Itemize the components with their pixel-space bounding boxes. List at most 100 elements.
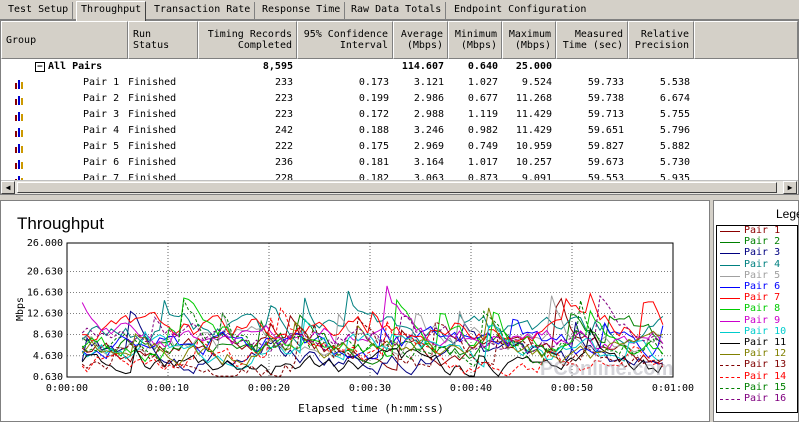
pair-chart-icon [15, 144, 23, 153]
records-value: 223 [274, 109, 293, 120]
col-label: Group [6, 34, 37, 46]
avg-value: 2.986 [413, 93, 444, 104]
min-value: 0.677 [467, 93, 498, 104]
min-value: 1.027 [467, 77, 498, 88]
col-average[interactable]: Average (Mbps) [393, 21, 448, 59]
scroll-left-icon[interactable]: ◀ [1, 181, 15, 194]
legend-swatch [720, 298, 740, 300]
legend-swatch [720, 253, 740, 255]
tab-endpoint-configuration[interactable]: Endpoint Configuration [450, 2, 590, 20]
horizontal-scrollbar[interactable]: ◀ ▶ [1, 180, 798, 194]
prec-value: 6.674 [659, 93, 690, 104]
x-tick-label: 0:00:10 [147, 383, 189, 394]
table-row[interactable]: Pair 4 Finished 242 0.188 3.246 0.982 11.429 59… [1, 123, 798, 139]
time-value: 59.673 [587, 157, 624, 168]
chart-title: Throughput [17, 214, 104, 233]
col-timing-records[interactable]: Timing Records Completed [198, 21, 297, 59]
avg-value: 3.121 [413, 77, 444, 88]
time-value: 59.827 [587, 141, 624, 152]
col-minimum[interactable]: Minimum (Mbps) [448, 21, 502, 59]
legend-panel: Legend Pair 1Pair 2Pair 3Pair 4Pair 5Pai… [713, 200, 799, 422]
prec-value: 5.538 [659, 77, 690, 88]
table-row[interactable]: Pair 3 Finished 223 0.172 2.988 1.119 11.429 59… [1, 107, 798, 123]
legend-item-label[interactable]: Pair 14 [744, 371, 786, 382]
col-maximum[interactable]: Maximum (Mbps) [502, 21, 556, 59]
col-run-status[interactable]: Run Status [128, 21, 198, 59]
legend-swatch [720, 231, 740, 232]
table-row[interactable]: Pair 2 Finished 223 0.199 2.986 0.677 11.268 59… [1, 91, 798, 107]
group-label: All Pairs [48, 61, 103, 72]
legend-item-label[interactable]: Pair 10 [744, 326, 786, 337]
tab-response-time[interactable]: Response Time [258, 2, 346, 20]
legend-item-label[interactable]: Pair 6 [744, 282, 780, 292]
legend-swatch [720, 343, 740, 344]
table-row[interactable]: Pair 6 Finished 236 0.181 3.164 1.017 10.257 59… [1, 155, 798, 171]
legend-item-label[interactable]: Pair 7 [744, 293, 780, 303]
legend-swatch [720, 365, 740, 367]
legend-swatch [720, 354, 740, 356]
status-value: Finished [128, 125, 177, 136]
prec-value: 5.796 [659, 125, 690, 136]
tab-raw-data-totals[interactable]: Raw Data Totals [347, 2, 447, 20]
scroll-right-icon[interactable]: ▶ [783, 181, 797, 194]
col-label: Maximum (Mbps) [508, 29, 551, 51]
y-tick-label: 20.630 [27, 266, 63, 277]
y-axis-label: Mbps [15, 297, 26, 321]
y-tick-label: 4.630 [33, 351, 63, 362]
pair-chart-icon [15, 112, 23, 121]
y-tick-label: 0.630 [33, 372, 63, 383]
pair-label: Pair 1 [83, 77, 120, 88]
records-value: 8,595 [262, 61, 293, 72]
col-confidence-interval[interactable]: 95% Confidence Interval [297, 21, 393, 59]
legend-item-label[interactable]: Pair 4 [744, 259, 780, 270]
table-row[interactable]: Pair 5 Finished 222 0.175 2.969 0.749 10.959 59… [1, 139, 798, 155]
legend-item-label[interactable]: Pair 2 [744, 237, 780, 247]
max-value: 11.268 [515, 93, 552, 104]
legend-item-label[interactable]: Pair 8 [744, 304, 780, 314]
legend-swatch [720, 387, 740, 389]
table-row[interactable]: Pair 1 Finished 233 0.173 3.121 1.027 9.524 59.… [1, 75, 798, 91]
collapse-toggle[interactable]: − [35, 62, 45, 72]
col-relative-precision[interactable]: Relative Precision [628, 21, 694, 59]
time-value: 59.651 [587, 125, 624, 136]
col-label: Relative Precision [634, 29, 689, 51]
records-value: 236 [274, 157, 293, 168]
legend-item-label[interactable]: Pair 9 [744, 315, 780, 326]
col-measured-time[interactable]: Measured Time (sec) [556, 21, 628, 59]
pair-label: Pair 6 [83, 157, 120, 168]
y-tick-label: 12.630 [27, 309, 63, 320]
min-value: 1.017 [467, 157, 498, 168]
x-tick-label: 0:00:40 [450, 383, 492, 394]
pair-chart-icon [15, 80, 23, 89]
pair-label: Pair 3 [83, 109, 120, 120]
legend-item-label[interactable]: Pair 16 [744, 394, 786, 404]
status-value: Finished [128, 77, 177, 88]
y-tick-label: 16.630 [27, 287, 63, 298]
legend-item-label[interactable]: Pair 11 [744, 338, 786, 348]
prec-value: 5.755 [659, 109, 690, 120]
col-label: 95% Confidence Interval [303, 29, 388, 51]
legend-item-label[interactable]: Pair 12 [744, 349, 786, 359]
max-value: 10.959 [515, 141, 552, 152]
status-value: Finished [128, 157, 177, 168]
legend-swatch [720, 309, 740, 311]
tab-test-setup[interactable]: Test Setup [4, 2, 74, 20]
scroll-thumb[interactable] [17, 182, 777, 193]
legend-item-label[interactable]: Pair 15 [744, 382, 786, 393]
ci-value: 0.181 [358, 157, 389, 168]
records-value: 242 [274, 125, 293, 136]
legend-item-label[interactable]: Pair 3 [744, 248, 780, 258]
legend-swatch [720, 275, 740, 277]
legend-item-label[interactable]: Pair 5 [744, 270, 780, 281]
average-value: 114.607 [401, 61, 444, 72]
col-group[interactable]: Group [1, 21, 128, 59]
tab-throughput[interactable]: Throughput [76, 1, 147, 21]
x-tick-label: 0:00:20 [248, 383, 290, 394]
table-row-all-pairs[interactable]: − All Pairs 8,595 114.607 0.640 25.000 [1, 59, 798, 75]
tab-transaction-rate[interactable]: Transaction Rate [150, 2, 256, 20]
legend-item-label[interactable]: Pair 13 [744, 360, 786, 370]
legend-swatch [720, 399, 740, 400]
pair-chart-icon [15, 160, 23, 169]
legend-item-label[interactable]: Pair 1 [744, 226, 780, 236]
prec-value: 5.730 [659, 157, 690, 168]
